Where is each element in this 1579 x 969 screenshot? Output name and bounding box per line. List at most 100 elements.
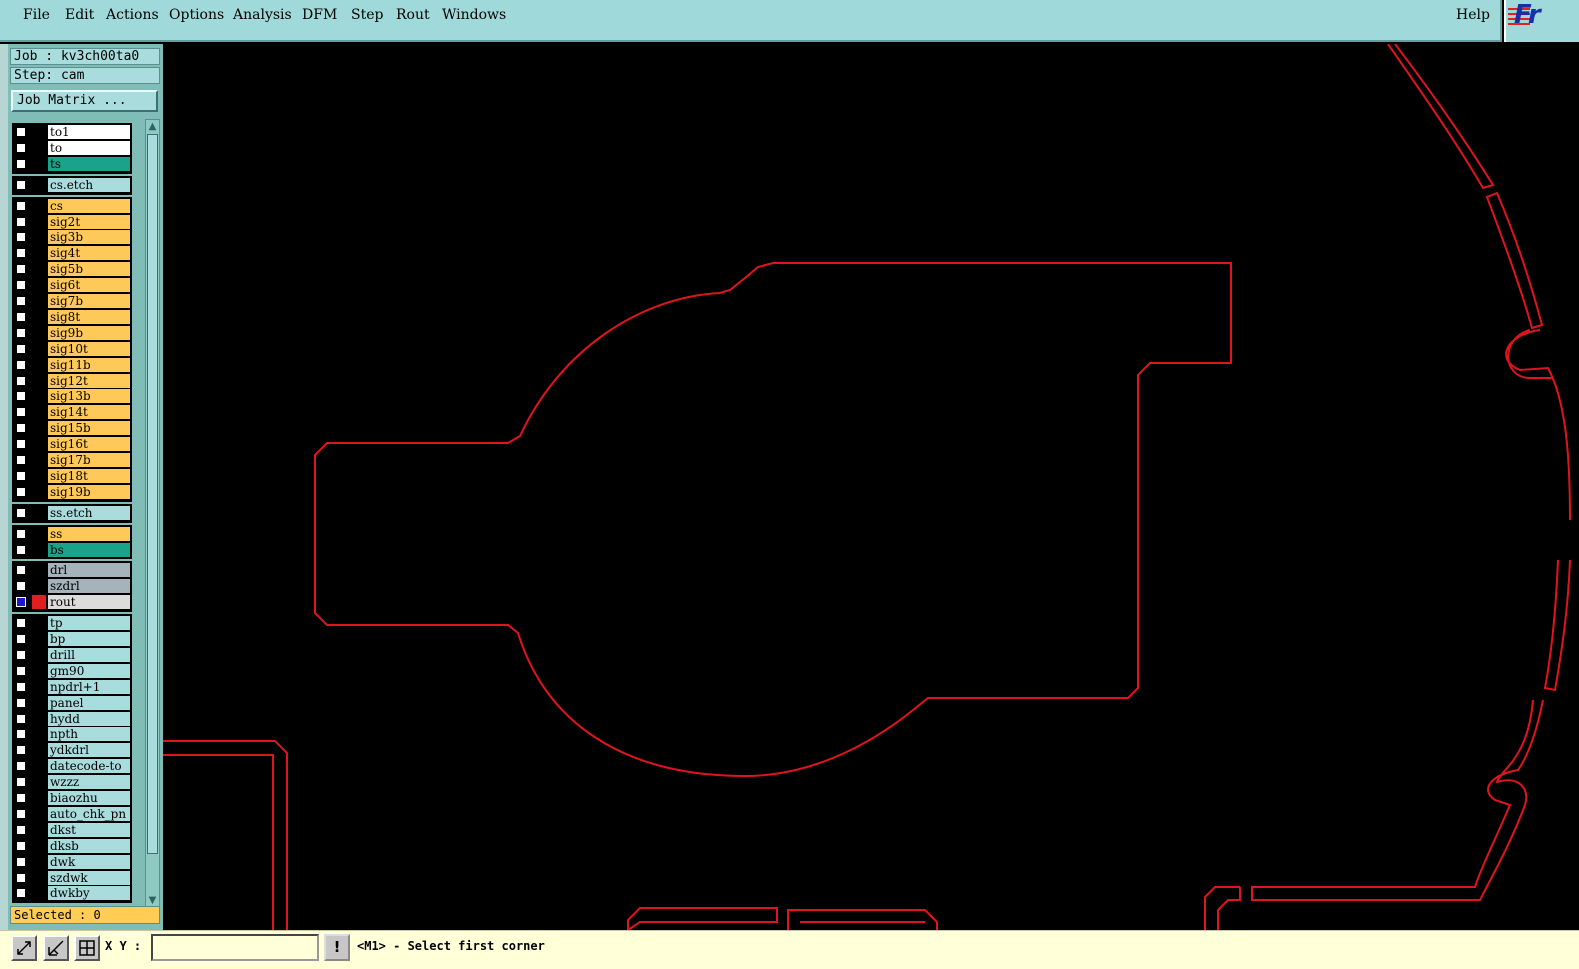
- menu-dfm[interactable]: DFM: [302, 7, 337, 23]
- layer-checkbox[interactable]: [16, 359, 26, 370]
- layer-checkbox[interactable]: [16, 407, 26, 418]
- layer-checkbox[interactable]: [16, 248, 26, 259]
- layer-checkbox[interactable]: [16, 343, 26, 354]
- layer-checkbox[interactable]: [16, 597, 26, 608]
- layer-checkbox[interactable]: [16, 713, 26, 724]
- layer-checkbox[interactable]: [16, 200, 26, 211]
- layer-name[interactable]: dksb: [48, 838, 130, 853]
- layer-display-swatch[interactable]: [32, 526, 46, 541]
- layer-list-scrollbar[interactable]: ▲ ▼: [145, 119, 160, 909]
- layer-display-swatch[interactable]: [32, 838, 46, 853]
- menu-options[interactable]: Options: [169, 7, 224, 23]
- layer-row-auto-chk-pn[interactable]: auto_chk_pn: [12, 806, 132, 821]
- layer-row-sig16t[interactable]: sig16t: [12, 437, 132, 452]
- layer-display-swatch[interactable]: [32, 822, 46, 837]
- graphic-canvas[interactable]: [163, 44, 1579, 930]
- layer-name[interactable]: auto_chk_pn: [48, 806, 130, 821]
- layer-display-swatch[interactable]: [32, 262, 46, 277]
- layer-checkbox[interactable]: [16, 681, 26, 692]
- layer-checkbox[interactable]: [16, 618, 26, 629]
- layer-checkbox[interactable]: [16, 264, 26, 275]
- layer-display-swatch[interactable]: [32, 870, 46, 885]
- layer-display-swatch[interactable]: [32, 886, 46, 901]
- layer-name[interactable]: sig5b: [48, 262, 130, 277]
- layer-name[interactable]: dwkby: [48, 886, 130, 901]
- menu-analysis[interactable]: Analysis: [233, 7, 292, 23]
- layer-name[interactable]: sig10t: [48, 341, 130, 356]
- layer-row-to[interactable]: to: [12, 140, 132, 155]
- layer-row-sig13b[interactable]: sig13b: [12, 389, 132, 404]
- xy-coordinate-input[interactable]: [151, 934, 319, 961]
- layer-row-dwkby[interactable]: dwkby: [12, 886, 132, 901]
- layer-row-sig11b[interactable]: sig11b: [12, 357, 132, 372]
- layer-checkbox[interactable]: [16, 280, 26, 291]
- layer-name[interactable]: sig3b: [48, 230, 130, 245]
- layer-name[interactable]: sig9b: [48, 325, 130, 340]
- layer-name[interactable]: sig7b: [48, 294, 130, 308]
- layer-row-ss-etch[interactable]: ss.etch: [12, 505, 132, 520]
- layer-checkbox[interactable]: [16, 697, 26, 708]
- layer-checkbox[interactable]: [16, 391, 26, 402]
- layer-checkbox[interactable]: [16, 745, 26, 756]
- layer-checkbox[interactable]: [16, 528, 26, 539]
- layer-row-sig19b[interactable]: sig19b: [12, 484, 132, 499]
- layer-checkbox[interactable]: [16, 581, 26, 592]
- layer-row-gm90[interactable]: gm90: [12, 663, 132, 678]
- layer-name[interactable]: sig4t: [48, 246, 130, 261]
- layer-name[interactable]: rout: [48, 595, 130, 610]
- menu-windows[interactable]: Windows: [442, 7, 506, 23]
- layer-name[interactable]: gm90: [48, 663, 130, 678]
- layer-checkbox[interactable]: [16, 729, 26, 740]
- layer-display-swatch[interactable]: [32, 775, 46, 790]
- layer-row-cs[interactable]: cs: [12, 198, 132, 213]
- layer-row-panel[interactable]: panel: [12, 695, 132, 710]
- layer-row-rout[interactable]: rout: [12, 595, 132, 610]
- layer-display-swatch[interactable]: [32, 294, 46, 308]
- layer-row-hydd[interactable]: hydd: [12, 711, 132, 726]
- layer-checkbox[interactable]: [16, 888, 26, 899]
- layer-name[interactable]: ydkdrl: [48, 743, 130, 758]
- layer-name[interactable]: to: [48, 140, 130, 155]
- layer-name[interactable]: szdrl: [48, 579, 130, 594]
- layer-checkbox[interactable]: [16, 311, 26, 322]
- layer-checkbox[interactable]: [16, 793, 26, 803]
- layer-name[interactable]: sig2t: [48, 214, 130, 229]
- layer-name[interactable]: sig18t: [48, 468, 130, 483]
- layer-name[interactable]: ss: [48, 526, 130, 541]
- job-matrix-button[interactable]: Job Matrix ...: [11, 90, 158, 112]
- layer-checkbox[interactable]: [16, 375, 26, 386]
- layer-row-sig12t[interactable]: sig12t: [12, 373, 132, 388]
- layer-checkbox[interactable]: [16, 665, 26, 676]
- layer-row-npth[interactable]: npth: [12, 727, 132, 742]
- menu-rout[interactable]: Rout: [396, 7, 430, 23]
- layer-row-biaozhu[interactable]: biaozhu: [12, 791, 132, 805]
- menu-actions[interactable]: Actions: [106, 7, 159, 23]
- layer-name[interactable]: cs.etch: [48, 177, 130, 192]
- layer-name[interactable]: bp: [48, 632, 130, 646]
- layer-name[interactable]: sig8t: [48, 309, 130, 324]
- layer-name[interactable]: sig12t: [48, 373, 130, 388]
- layer-checkbox[interactable]: [16, 327, 26, 338]
- layer-name[interactable]: to1: [48, 125, 130, 139]
- layer-display-swatch[interactable]: [32, 563, 46, 578]
- layer-display-swatch[interactable]: [32, 177, 46, 192]
- layer-name[interactable]: sig6t: [48, 278, 130, 293]
- layer-name[interactable]: sig15b: [48, 421, 130, 436]
- layer-checkbox[interactable]: [16, 824, 26, 835]
- layer-row-wzzz[interactable]: wzzz: [12, 775, 132, 790]
- layer-checkbox[interactable]: [16, 634, 26, 644]
- layer-display-swatch[interactable]: [32, 484, 46, 499]
- zoom-area-button[interactable]: [11, 935, 37, 961]
- layer-checkbox[interactable]: [16, 158, 26, 169]
- layer-display-swatch[interactable]: [32, 140, 46, 155]
- layer-display-swatch[interactable]: [32, 616, 46, 631]
- layer-name[interactable]: tp: [48, 616, 130, 631]
- layer-row-dwk[interactable]: dwk: [12, 854, 132, 869]
- layer-name[interactable]: dkst: [48, 822, 130, 837]
- layer-row-sig6t[interactable]: sig6t: [12, 278, 132, 293]
- layer-display-swatch[interactable]: [32, 214, 46, 229]
- layer-row-sig10t[interactable]: sig10t: [12, 341, 132, 356]
- layer-checkbox[interactable]: [16, 649, 26, 660]
- layer-row-ss[interactable]: ss: [12, 526, 132, 541]
- menu-step[interactable]: Step: [351, 7, 383, 23]
